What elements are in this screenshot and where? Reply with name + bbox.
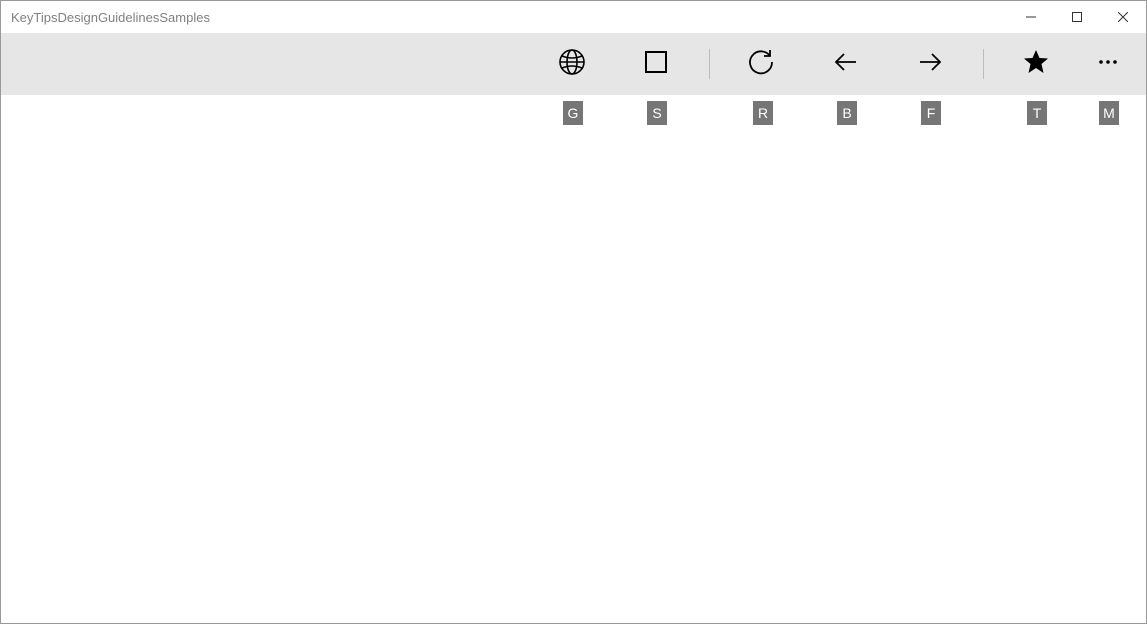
window-controls: [1008, 1, 1146, 33]
close-button[interactable]: [1100, 1, 1146, 33]
star-icon: [1022, 48, 1050, 81]
keytip-star: T: [1027, 101, 1047, 125]
minimize-button[interactable]: [1008, 1, 1054, 33]
refresh-icon: [748, 48, 776, 81]
stop-button[interactable]: [634, 42, 678, 86]
window-title: KeyTipsDesignGuidelinesSamples: [11, 10, 210, 25]
toolbar-separator: [983, 49, 984, 79]
maximize-button[interactable]: [1054, 1, 1100, 33]
keytip-refresh: R: [753, 101, 773, 125]
titlebar: KeyTipsDesignGuidelinesSamples: [1, 1, 1146, 33]
keytip-back: B: [837, 101, 857, 125]
keytip-stop: S: [647, 101, 667, 125]
arrow-right-icon: [916, 48, 944, 81]
forward-button[interactable]: [908, 42, 952, 86]
refresh-button[interactable]: [740, 42, 784, 86]
stop-icon: [644, 50, 668, 79]
toolbar-separator: [709, 49, 710, 79]
more-button[interactable]: [1086, 42, 1130, 86]
keytip-globe: G: [563, 101, 583, 125]
toolbar: [1, 33, 1146, 95]
globe-button[interactable]: [550, 42, 594, 86]
keytip-more: M: [1099, 101, 1119, 125]
back-button[interactable]: [824, 42, 868, 86]
keytip-forward: F: [921, 101, 941, 125]
globe-icon: [558, 48, 586, 81]
favorite-button[interactable]: [1014, 42, 1058, 86]
more-icon: [1096, 50, 1120, 79]
arrow-left-icon: [832, 48, 860, 81]
